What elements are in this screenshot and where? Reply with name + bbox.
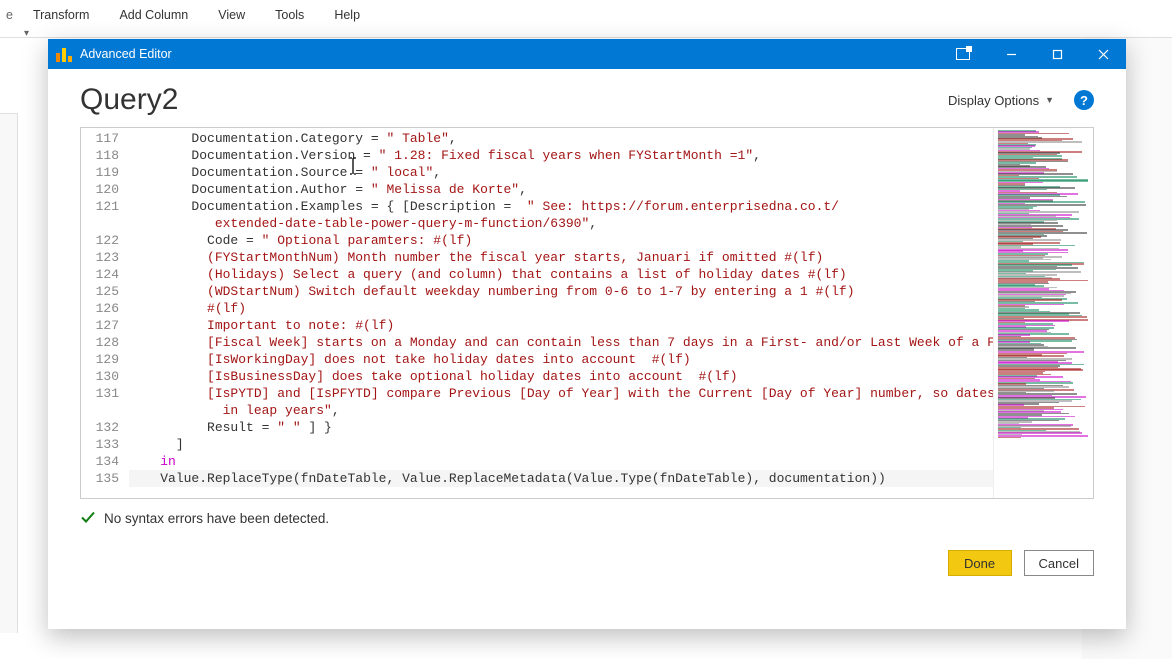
menu-item-help[interactable]: Help [320,4,374,26]
chevron-down-icon: ▼ [1045,95,1054,105]
dialog-footer: Done Cancel [48,528,1126,576]
minimap[interactable] [993,128,1093,498]
advanced-editor-dialog: Advanced Editor Query2 Display Options ▼… [48,39,1126,629]
top-menu-bar: e Transform Add Column View Tools Help [0,0,1172,30]
popout-button[interactable] [942,39,988,69]
query-name: Query2 [80,83,178,117]
syntax-status-text: No syntax errors have been detected. [104,511,329,526]
help-icon[interactable]: ? [1074,90,1094,110]
power-query-icon [56,46,72,62]
cancel-button[interactable]: Cancel [1024,550,1094,576]
code-editor[interactable]: 1171181191201211221231241251261271281291… [80,127,1094,499]
display-options-dropdown[interactable]: Display Options ▼ [948,93,1054,108]
code-content[interactable]: Documentation.Category = " Table", Docum… [129,128,993,498]
menu-item-transform[interactable]: Transform [19,4,104,26]
done-button[interactable]: Done [948,550,1012,576]
minimize-button[interactable] [988,39,1034,69]
menu-item-add-column[interactable]: Add Column [105,4,202,26]
line-number-gutter: 1171181191201211221231241251261271281291… [81,128,129,498]
display-options-label: Display Options [948,93,1039,108]
close-button[interactable] [1080,39,1126,69]
popout-icon [956,48,970,60]
maximize-button[interactable] [1034,39,1080,69]
menu-item-view[interactable]: View [204,4,259,26]
syntax-status: No syntax errors have been detected. [48,499,1126,528]
menu-item-truncated[interactable]: e [4,4,17,26]
dialog-titlebar: Advanced Editor [48,39,1126,69]
menu-item-tools[interactable]: Tools [261,4,318,26]
dialog-header: Query2 Display Options ▼ ? [48,69,1126,127]
ribbon-collapse-bar: ▾ [0,30,1172,38]
dialog-title: Advanced Editor [80,47,172,61]
check-icon [80,509,96,528]
